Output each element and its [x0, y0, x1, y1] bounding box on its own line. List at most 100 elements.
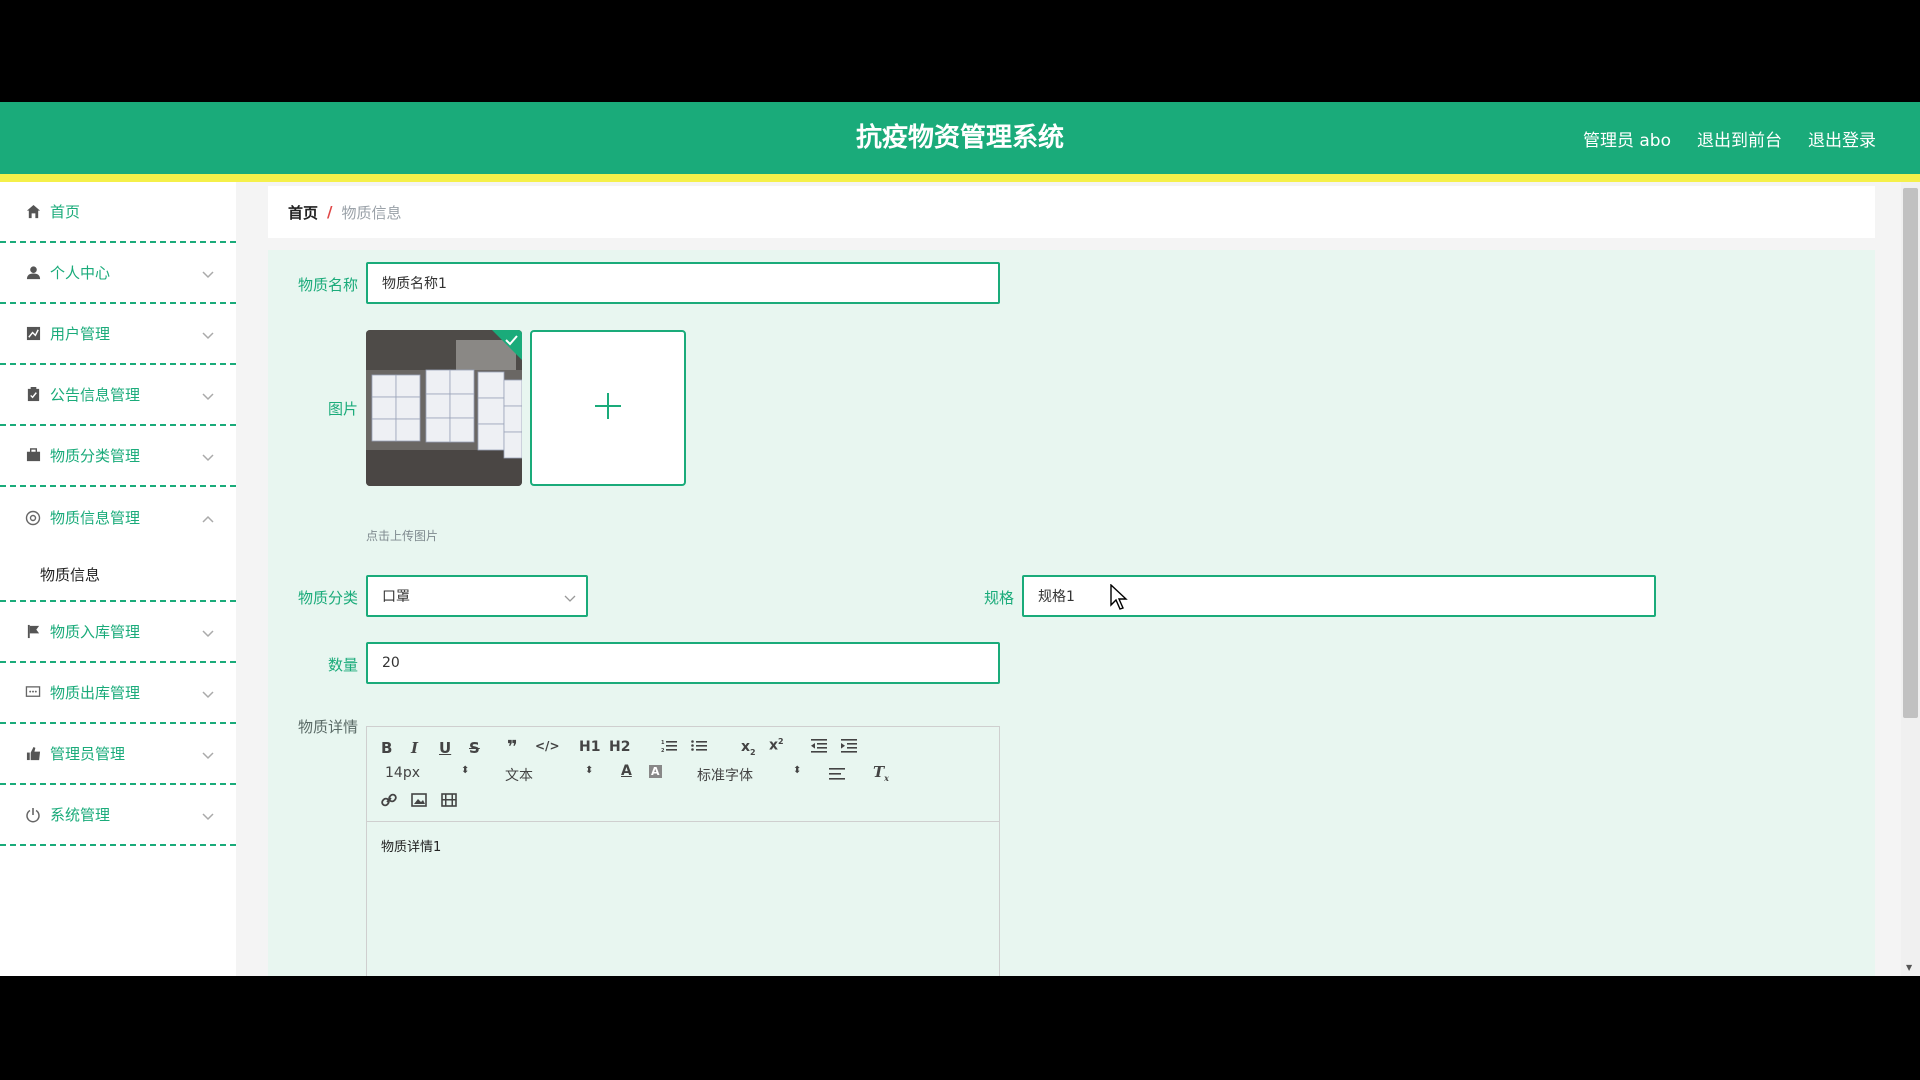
sidebar-item-label: 公告信息管理 [50, 386, 141, 404]
outdent-icon[interactable] [811, 739, 827, 757]
editor-toolbar: B I U S ❞ </> H1 H2 12 x2 x2 14px ⬍ 文本 ⬍… [367, 727, 999, 822]
sidebar-item-home[interactable]: 首页 [0, 182, 236, 243]
category-select-value: 口罩 [382, 589, 410, 605]
font-size-select[interactable]: 14px [385, 765, 420, 781]
sidebar-item-categories[interactable]: 物质分类管理 [0, 426, 236, 487]
sidebar-item-label: 物质出库管理 [50, 684, 141, 702]
link-icon[interactable] [381, 793, 397, 811]
code-icon[interactable]: </> [535, 739, 560, 753]
sidebar-item-label: 个人中心 [50, 264, 111, 282]
upload-hint: 点击上传图片 [366, 529, 439, 543]
breadcrumb-separator: / [327, 203, 333, 221]
sidebar-item-label: 管理员管理 [50, 745, 126, 763]
align-icon[interactable] [829, 767, 845, 785]
ordered-list-icon[interactable]: 12 [661, 739, 677, 757]
chevron-down-icon [202, 387, 214, 405]
image-icon[interactable] [411, 793, 427, 811]
clear-format-icon[interactable]: Tx [873, 763, 889, 783]
sidebar: 首页 个人中心 用户管理 公告信息管理 物质分类管理 物质信息管理 物质信息 物… [0, 182, 236, 976]
chevron-up-icon [202, 509, 214, 527]
updown-icon: ⬍ [461, 765, 470, 776]
underline-button[interactable]: U [439, 739, 451, 757]
h2-button[interactable]: H2 [609, 739, 630, 755]
indent-icon[interactable] [841, 739, 857, 757]
text-type-select[interactable]: 文本 [505, 765, 533, 785]
bold-button[interactable]: B [381, 739, 392, 757]
clipboard-icon [24, 386, 42, 404]
sidebar-subitem-material-info[interactable]: 物质信息 [0, 548, 236, 602]
sidebar-item-users[interactable]: 用户管理 [0, 304, 236, 365]
upload-button[interactable] [530, 330, 686, 486]
bullet-list-icon[interactable] [691, 739, 707, 757]
breadcrumb-home[interactable]: 首页 [288, 202, 318, 223]
sidebar-item-notices[interactable]: 公告信息管理 [0, 365, 236, 426]
admin-label: 管理员 abo [1582, 130, 1671, 151]
sidebar-item-material-info[interactable]: 物质信息管理 [0, 487, 236, 548]
svg-text:1: 1 [661, 740, 665, 746]
top-header: 抗疫物资管理系统 管理员 abo 退出到前台 退出登录 [0, 102, 1920, 174]
sidebar-item-outbound[interactable]: 物质出库管理 [0, 663, 236, 724]
h1-button[interactable]: H1 [579, 739, 600, 755]
superscript-icon[interactable]: x2 [769, 737, 784, 754]
sidebar-item-label: 物质入库管理 [50, 623, 141, 641]
plus-icon [595, 393, 621, 423]
chevron-down-icon [202, 624, 214, 642]
sidebar-item-label: 首页 [50, 203, 81, 221]
briefcase-icon [24, 447, 42, 465]
chart-icon [24, 325, 42, 343]
app-frame: 抗疫物资管理系统 管理员 abo 退出到前台 退出登录 首页 个人中心 用户管理 [0, 102, 1920, 976]
sidebar-item-label: 物质分类管理 [50, 447, 141, 465]
category-select[interactable]: 口罩 [366, 575, 588, 617]
sidebar-item-label: 物质信息管理 [50, 509, 141, 527]
sidebar-item-admins[interactable]: 管理员管理 [0, 724, 236, 785]
uploaded-image[interactable] [366, 330, 522, 486]
flag-icon [24, 623, 42, 641]
scroll-down-arrow-icon[interactable]: ▼ [1906, 963, 1912, 972]
home-icon [24, 203, 42, 221]
breadcrumb-current: 物质信息 [341, 203, 402, 222]
scrollbar-thumb[interactable] [1903, 188, 1918, 718]
user-icon [24, 264, 42, 282]
sidebar-item-system[interactable]: 系统管理 [0, 785, 236, 846]
strike-button[interactable]: S [469, 739, 480, 757]
header-actions: 管理员 abo 退出到前台 退出登录 [1583, 102, 1876, 174]
logout-link[interactable]: 退出登录 [1808, 126, 1876, 151]
detail-label: 物质详情 [297, 718, 358, 736]
chevron-down-icon [202, 746, 214, 764]
mouse-cursor-icon [1110, 583, 1128, 614]
chat-icon [24, 684, 42, 702]
main-content: 首页 / 物质信息 物质名称 物质名称1 图片 点击上传图片 物质分类 口罩 规… [268, 182, 1875, 976]
exit-to-frontend-link[interactable]: 退出到前台 [1697, 126, 1782, 151]
sidebar-item-inbound[interactable]: 物质入库管理 [0, 602, 236, 663]
quote-icon[interactable]: ❞ [507, 737, 518, 758]
background-color-icon[interactable]: A [649, 765, 662, 778]
sidebar-item-profile[interactable]: 个人中心 [0, 243, 236, 304]
chevron-down-icon [564, 591, 576, 607]
chevron-down-icon [202, 685, 214, 703]
name-label: 物质名称 [297, 276, 358, 294]
page-scrollbar[interactable]: ▼ [1901, 182, 1920, 976]
font-family-select[interactable]: 标准字体 [697, 765, 753, 785]
chevron-down-icon [202, 807, 214, 825]
power-icon [24, 806, 42, 824]
editor-content[interactable]: 物质详情1 [367, 822, 999, 869]
image-label: 图片 [327, 400, 358, 418]
chevron-down-icon [202, 326, 214, 344]
sidebar-item-label: 用户管理 [50, 325, 111, 343]
spec-label: 规格 [983, 589, 1014, 607]
quantity-input[interactable]: 20 [366, 642, 1000, 684]
updown-icon: ⬍ [585, 765, 594, 776]
subscript-icon[interactable]: x2 [741, 739, 756, 757]
quantity-label: 数量 [327, 656, 358, 674]
name-input[interactable]: 物质名称1 [366, 262, 1000, 304]
chevron-down-icon [202, 448, 214, 466]
material-form: 物质名称 物质名称1 图片 点击上传图片 物质分类 口罩 规格 规格1 数量 2… [268, 250, 1875, 976]
updown-icon: ⬍ [793, 765, 802, 776]
font-color-icon[interactable]: A [621, 763, 632, 779]
video-icon[interactable] [441, 793, 457, 811]
breadcrumb: 首页 / 物质信息 [268, 186, 1875, 238]
header-accent-bar [0, 174, 1920, 182]
italic-button[interactable]: I [411, 739, 418, 757]
sidebar-item-label: 系统管理 [50, 806, 111, 824]
chevron-down-icon [202, 265, 214, 283]
